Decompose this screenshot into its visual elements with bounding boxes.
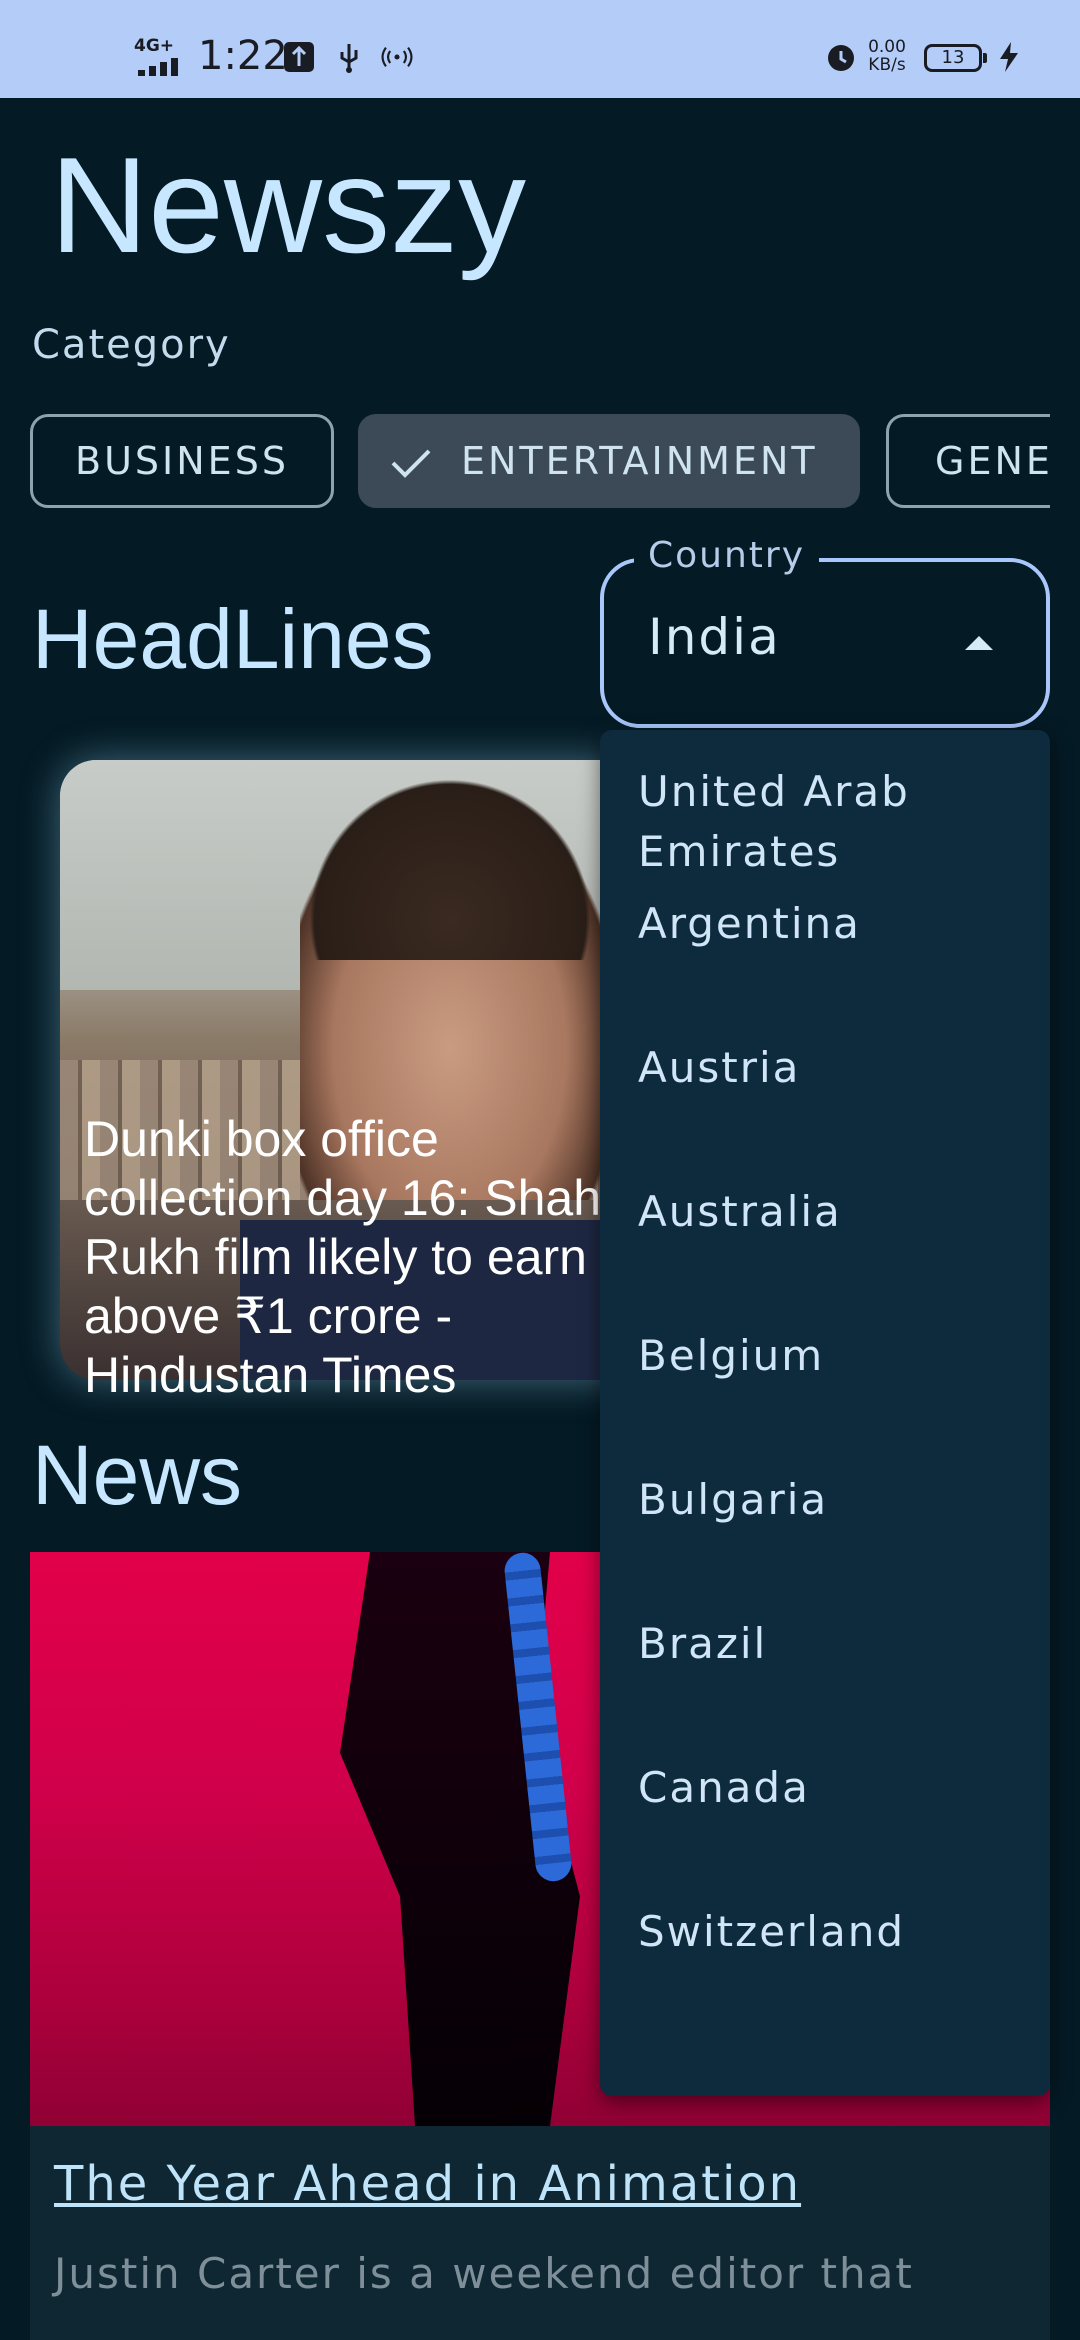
usb-icon bbox=[340, 44, 358, 73]
hotspot-icon bbox=[381, 47, 413, 67]
chip-label: BUSINESS bbox=[75, 439, 289, 483]
usb-debug-icon bbox=[284, 42, 314, 72]
country-option[interactable]: Australia bbox=[638, 1182, 1038, 1242]
app-title: Newszy bbox=[50, 129, 527, 281]
app-screen: 4G+ 1:22 0.00 KB/s 13 Newszy Category BU… bbox=[0, 0, 1080, 2340]
news-title: News bbox=[32, 1428, 243, 1522]
category-chips: BUSINESS ENTERTAINMENT GENE bbox=[30, 414, 1050, 512]
battery-level: 13 bbox=[941, 47, 965, 68]
country-value: India bbox=[648, 608, 781, 666]
status-time: 1:22 bbox=[198, 33, 288, 79]
check-icon bbox=[391, 449, 431, 478]
speed-value: 0.00 bbox=[868, 37, 906, 57]
country-option[interactable]: Brazil bbox=[638, 1614, 1038, 1674]
news-description: Justin Carter is a weekend editor that bbox=[54, 2249, 914, 2298]
category-label: Category bbox=[32, 322, 231, 368]
country-option[interactable]: Bulgaria bbox=[638, 1470, 1038, 1530]
network-speed: 0.00 KB/s bbox=[862, 38, 912, 74]
country-label: Country bbox=[634, 528, 820, 584]
chip-label: GENE bbox=[935, 439, 1050, 483]
alarm-icon bbox=[828, 45, 854, 71]
chip-general[interactable]: GENE bbox=[886, 414, 1050, 508]
status-bar: 4G+ 1:22 0.00 KB/s 13 bbox=[0, 0, 1080, 98]
network-type: 4G+ bbox=[134, 36, 175, 56]
chip-label: ENTERTAINMENT bbox=[461, 439, 818, 483]
headlines-title: HeadLines bbox=[32, 592, 434, 686]
country-option[interactable]: Belgium bbox=[638, 1326, 1038, 1386]
country-option[interactable]: Austria bbox=[638, 1038, 1038, 1098]
caret-up-icon[interactable] bbox=[962, 632, 996, 652]
country-dropdown-menu: United Arab Emirates Argentina Austria A… bbox=[600, 730, 1050, 2096]
speed-unit: KB/s bbox=[868, 55, 906, 75]
headline-caption: Dunki box office collection day 16: Shah… bbox=[84, 1111, 602, 1403]
charging-icon bbox=[1000, 42, 1018, 72]
country-option[interactable]: Argentina bbox=[638, 894, 1038, 954]
signal-icon bbox=[138, 56, 190, 76]
country-option[interactable]: Canada bbox=[638, 1758, 1038, 1818]
news-headline-link[interactable]: The Year Ahead in Animation bbox=[54, 2152, 801, 2216]
country-option[interactable]: Switzerland bbox=[638, 1902, 1038, 1962]
chip-entertainment[interactable]: ENTERTAINMENT bbox=[358, 414, 860, 508]
battery-icon: 13 bbox=[924, 44, 987, 72]
chip-business[interactable]: BUSINESS bbox=[30, 414, 334, 508]
country-option[interactable]: United Arab Emirates bbox=[638, 762, 1038, 882]
